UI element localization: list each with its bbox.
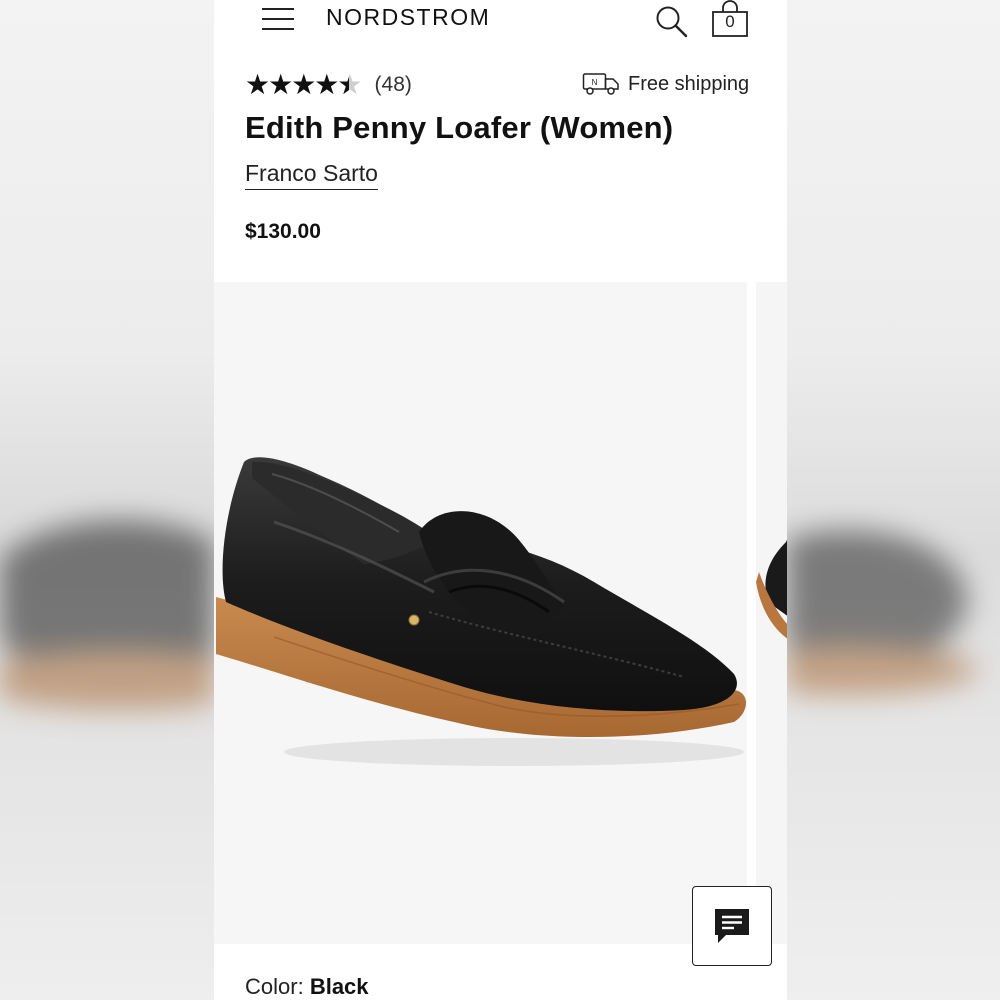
free-shipping-info: N Free shipping [582,72,749,96]
loafer-shoe-preview [756,539,787,639]
loafer-shoe-image [216,457,746,766]
product-rating[interactable]: ★★★★★ ★★★★★ (48) [245,70,412,100]
product-page: NORDSTROM 0 ★★★★★ ★★★★★ (48) [214,0,787,1000]
stars-filled: ★★★★★ [245,71,349,99]
delivery-truck-icon: N [582,73,619,95]
product-image-gallery[interactable] [214,282,787,944]
star-rating: ★★★★★ ★★★★★ [245,71,363,99]
right-blurred-backdrop [787,0,1000,1000]
review-count[interactable]: (48) [375,73,412,97]
svg-text:N: N [592,78,598,87]
store-logo[interactable]: NORDSTROM [326,4,490,31]
chat-button[interactable] [692,886,772,966]
product-title: Edith Penny Loafer (Women) [245,110,674,145]
chat-bubble-icon [715,909,749,943]
search-icon[interactable] [654,4,690,40]
color-value: Black [309,974,369,999]
shipping-label: Free shipping [628,72,750,95]
product-price: $130.00 [245,220,321,243]
color-selection: Color: Black [245,974,369,1000]
blurred-shoe-left [0,520,214,710]
left-blurred-backdrop [0,0,214,1000]
blurred-shoe-right [787,530,977,695]
next-product-image-preview[interactable] [756,282,787,944]
color-label: Color: [245,974,304,999]
hamburger-menu-icon[interactable] [260,4,296,34]
shopping-bag-icon[interactable]: 0 [710,0,750,40]
bag-count: 0 [725,12,735,31]
brand-link[interactable]: Franco Sarto [245,160,378,190]
top-navigation-bar: NORDSTROM 0 [214,0,787,44]
product-image[interactable] [214,282,747,944]
